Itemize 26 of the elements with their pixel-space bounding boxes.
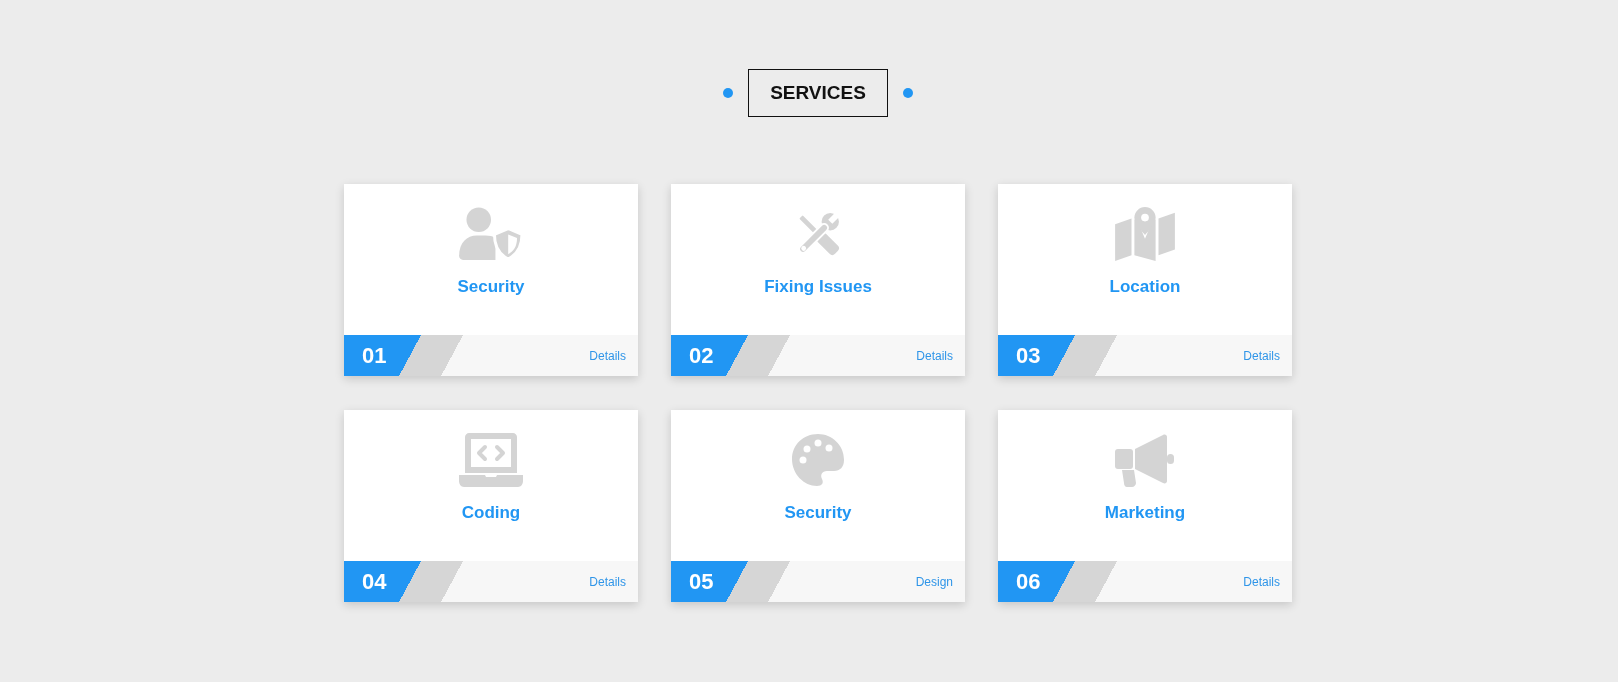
number-badge: 04 [344, 561, 463, 602]
service-title: Marketing [1104, 502, 1186, 524]
details-link[interactable]: Details [1243, 347, 1280, 364]
number-badge: 02 [671, 335, 790, 376]
dot-icon [723, 88, 733, 98]
service-title: Security [784, 502, 852, 524]
number-badge: 03 [998, 335, 1117, 376]
service-title: Security [457, 276, 525, 298]
service-title: Coding [461, 502, 521, 524]
service-title: Fixing Issues [764, 276, 872, 298]
details-link[interactable]: Design [915, 573, 953, 590]
service-title: Location [1109, 276, 1181, 298]
section-title: SERVICES [748, 69, 888, 117]
details-link[interactable]: Details [1243, 573, 1280, 590]
megaphone-icon [1115, 433, 1175, 487]
laptop-code-icon [459, 433, 523, 487]
map-pin-icon [1115, 207, 1175, 261]
details-link[interactable]: Details [916, 347, 953, 364]
user-shield-icon [458, 207, 524, 261]
dot-icon [903, 88, 913, 98]
number-badge: 05 [671, 561, 790, 602]
palette-icon [791, 433, 845, 487]
number-badge: 01 [344, 335, 463, 376]
details-link[interactable]: Details [589, 347, 626, 364]
number-badge: 06 [998, 561, 1117, 602]
details-link[interactable]: Details [589, 573, 626, 590]
